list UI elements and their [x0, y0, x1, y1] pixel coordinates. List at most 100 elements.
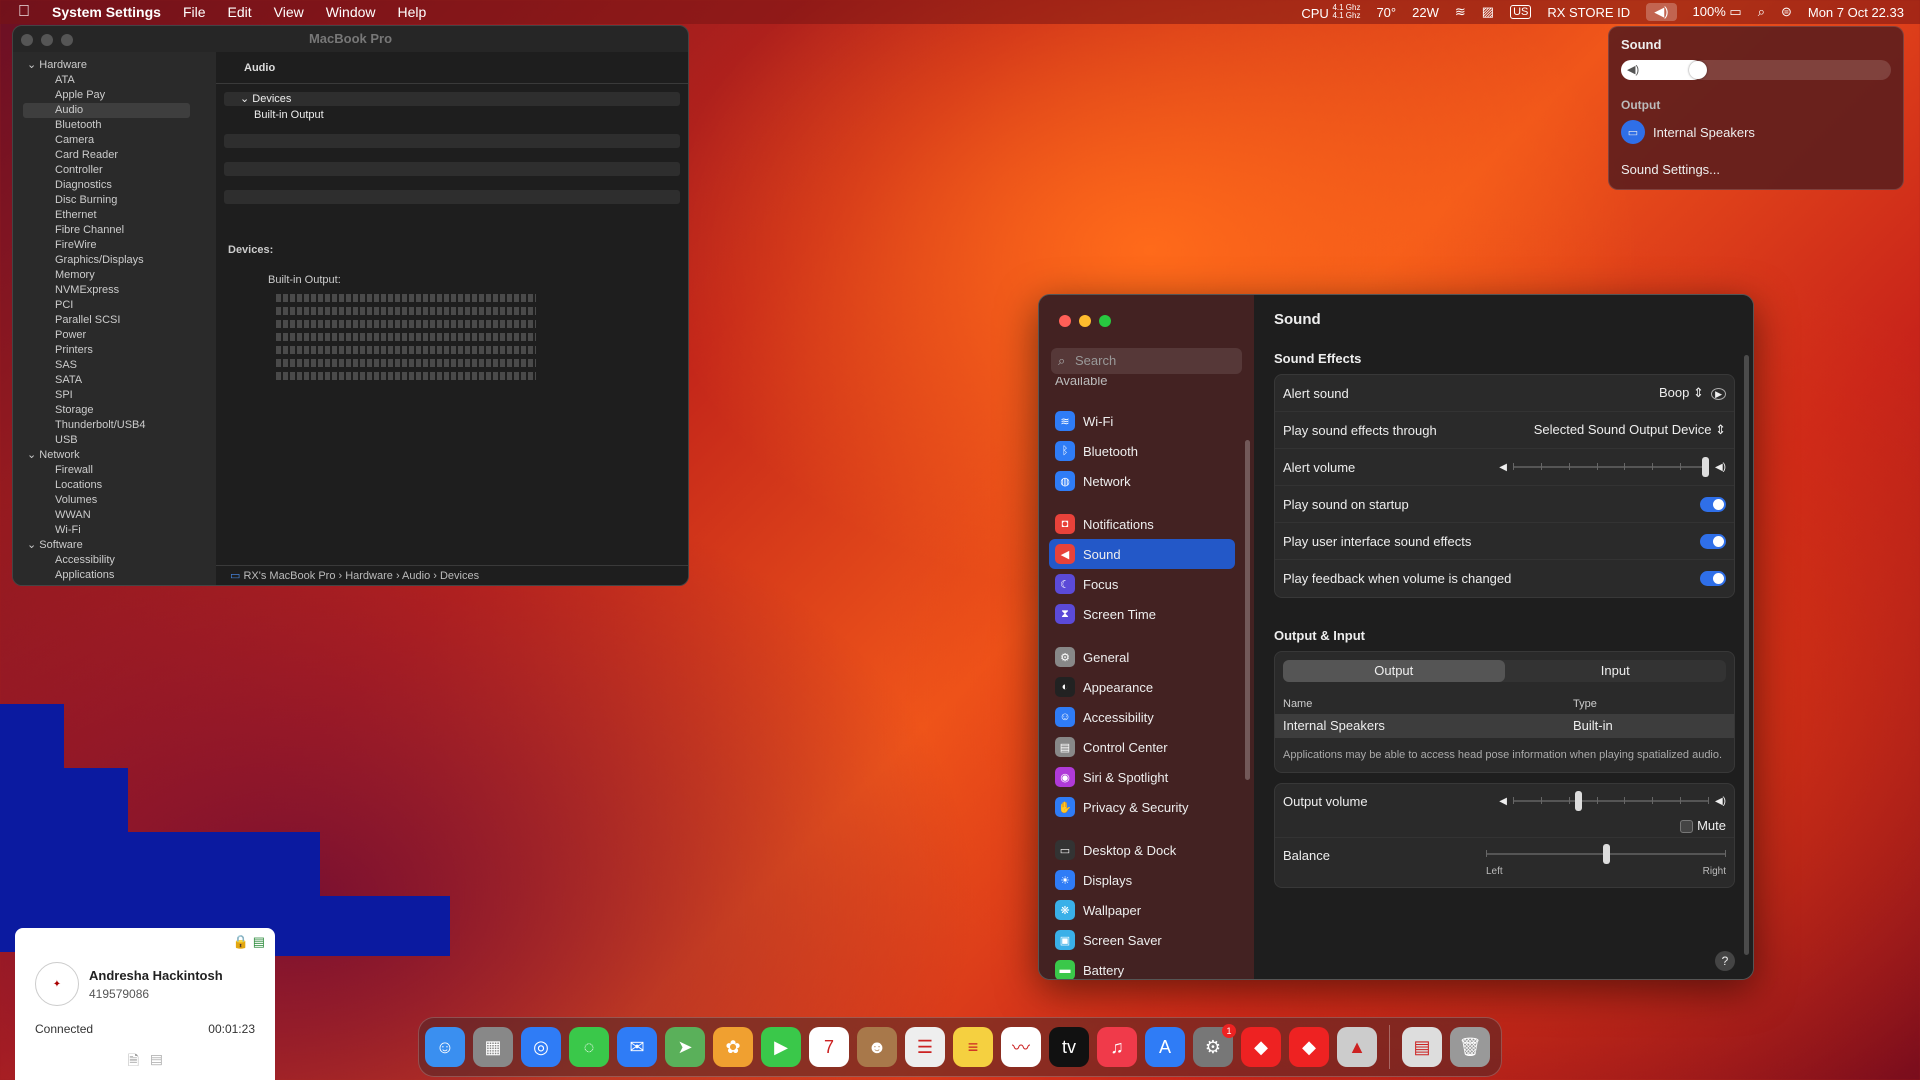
close-button[interactable]: [1059, 315, 1071, 327]
search-input[interactable]: ⌕ Search: [1051, 348, 1242, 374]
sound-settings-link[interactable]: Sound Settings...: [1621, 162, 1891, 177]
dock-calendar-icon[interactable]: 7: [809, 1027, 849, 1067]
dock-finder-icon[interactable]: ☺: [425, 1027, 465, 1067]
sidebar-item-bluetooth[interactable]: ᛒ Bluetooth: [1049, 436, 1235, 466]
sidebar-item[interactable]: Firewall: [13, 463, 216, 478]
clock[interactable]: Mon 7 Oct 22.33: [1808, 5, 1904, 20]
sidebar-item[interactable]: SAS: [13, 358, 216, 373]
startup-sound-toggle[interactable]: [1700, 496, 1726, 512]
tab-input[interactable]: Input: [1505, 660, 1727, 682]
volume-menu-icon[interactable]: ◀): [1646, 3, 1677, 21]
sidebar-item-desktop-dock[interactable]: ▭ Desktop & Dock: [1049, 835, 1235, 865]
sidebar-item[interactable]: Printers: [13, 343, 216, 358]
sidebar-item[interactable]: SATA: [13, 373, 216, 388]
play-icon[interactable]: ▶: [1711, 388, 1726, 400]
sidebar-item-notifications[interactable]: ◘ Notifications: [1049, 509, 1235, 539]
sidebar-item[interactable]: ATA: [13, 73, 216, 88]
output-volume-slider[interactable]: [1512, 791, 1709, 811]
balance-slider[interactable]: [1486, 844, 1726, 865]
cpu-status[interactable]: CPU 4.1 Ghz 4.1 Ghz: [1301, 3, 1360, 21]
sidebar-item[interactable]: SPI: [13, 388, 216, 403]
sidebar-item-control-center[interactable]: ▤ Control Center: [1049, 732, 1235, 762]
battery-status[interactable]: 100% ▭: [1693, 4, 1742, 20]
dock-reminders-icon[interactable]: ☰: [905, 1027, 945, 1067]
sidebar-item[interactable]: Diagnostics: [13, 178, 216, 193]
sidebar-item-screen-time[interactable]: ⧗ Screen Time: [1049, 599, 1235, 629]
activity-icon[interactable]: ▨: [1482, 4, 1494, 20]
volume-knob[interactable]: [1688, 61, 1707, 79]
dock-trash-icon[interactable]: 🗑: [1450, 1027, 1490, 1067]
sidebar-item-appearance[interactable]: ◐ Appearance: [1049, 672, 1235, 702]
sidebar-group-software[interactable]: ⌄ Software: [13, 538, 216, 553]
tree-group-devices[interactable]: ⌄ Devices: [224, 92, 680, 106]
sidebar-item[interactable]: WWAN: [13, 508, 216, 523]
dock-launchpad-icon[interactable]: ▦: [473, 1027, 513, 1067]
sidebar-item[interactable]: Camera: [13, 133, 216, 148]
slider-thumb[interactable]: [1602, 844, 1610, 865]
sidebar-item[interactable]: Audio: [23, 103, 190, 118]
sidebar-item[interactable]: Ethernet: [13, 208, 216, 223]
dock-apple-tv-icon[interactable]: tv: [1049, 1027, 1089, 1067]
sidebar-item-privacy-security[interactable]: ✋ Privacy & Security: [1049, 792, 1235, 822]
tree-item-builtin-output[interactable]: Built-in Output: [224, 108, 680, 122]
sidebar-item[interactable]: Fibre Channel: [13, 223, 216, 238]
feedback-toggle[interactable]: [1700, 571, 1726, 586]
dock-maps-icon[interactable]: ➤: [665, 1027, 705, 1067]
sidebar-item[interactable]: NVMExpress: [13, 283, 216, 298]
zoom-button[interactable]: [1099, 315, 1111, 327]
sidebar-item[interactable]: Locations: [13, 478, 216, 493]
sidebar-item-displays[interactable]: ☀ Displays: [1049, 865, 1235, 895]
sidebar-item-accessibility[interactable]: ☺ Accessibility: [1049, 702, 1235, 732]
dock-app-misc-icon[interactable]: ▲: [1337, 1027, 1377, 1067]
sidebar-item[interactable]: Thunderbolt/USB4: [13, 418, 216, 433]
alert-volume-slider[interactable]: [1512, 457, 1709, 477]
sidebar-item[interactable]: Controller: [13, 163, 216, 178]
menu-file[interactable]: File: [183, 4, 206, 20]
sidebar-item[interactable]: Applications: [13, 568, 216, 583]
dock-photos-icon[interactable]: ✿: [713, 1027, 753, 1067]
file-transfer-icon[interactable]: 🗎: [128, 1052, 139, 1068]
sidebar-item[interactable]: FireWire: [13, 238, 216, 253]
sidebar-group-hardware[interactable]: ⌄ Hardware: [13, 58, 216, 73]
sidebar-item-focus[interactable]: ☾ Focus: [1049, 569, 1235, 599]
minimize-button[interactable]: [41, 34, 53, 46]
play-through-popup[interactable]: Selected Sound Output Device ⇕: [1534, 422, 1726, 438]
dock-facetime-icon[interactable]: ▶: [761, 1027, 801, 1067]
dock-anydesk-2-icon[interactable]: ◆: [1289, 1027, 1329, 1067]
menu-help[interactable]: Help: [398, 4, 427, 20]
mute-checkbox[interactable]: [1680, 820, 1694, 834]
sidebar-item[interactable]: Volumes: [13, 493, 216, 508]
sidebar-item[interactable]: Apple Pay: [13, 88, 216, 103]
close-button[interactable]: [21, 34, 33, 46]
minimize-button[interactable]: [1079, 315, 1091, 327]
dock-mail-icon[interactable]: ✉: [617, 1027, 657, 1067]
power-status[interactable]: 22W: [1412, 5, 1439, 20]
dock-safari-icon[interactable]: ◎: [521, 1027, 561, 1067]
sidebar-item[interactable]: Graphics/Displays: [13, 253, 216, 268]
dock-system-settings-icon[interactable]: ⚙ 1: [1193, 1024, 1236, 1067]
slider-thumb[interactable]: [1575, 791, 1583, 811]
dock-notes-icon[interactable]: ≡: [953, 1027, 993, 1067]
menu-edit[interactable]: Edit: [228, 4, 252, 20]
sidebar-item[interactable]: Storage: [13, 403, 216, 418]
sidebar-item-screen-saver[interactable]: ▣ Screen Saver: [1049, 925, 1235, 955]
dock-messages-icon[interactable]: ◌: [569, 1027, 609, 1067]
zoom-button[interactable]: [61, 34, 73, 46]
sidebar-scrollbar[interactable]: [1245, 440, 1250, 780]
sidebar-item[interactable]: Accessibility: [13, 553, 216, 568]
dock-contacts-icon[interactable]: ☻: [857, 1027, 897, 1067]
sidebar-item[interactable]: Card Reader: [13, 148, 216, 163]
dock-app-store-icon[interactable]: A: [1145, 1027, 1185, 1067]
table-row[interactable]: Internal Speakers Built-in: [1275, 714, 1734, 738]
sidebar-group-network[interactable]: ⌄ Network: [13, 448, 216, 463]
tab-output[interactable]: Output: [1283, 660, 1505, 682]
sidebar-item[interactable]: Power: [13, 328, 216, 343]
sidebar-item[interactable]: Developer: [13, 583, 216, 585]
alert-sound-popup[interactable]: Boop ⇕ ▶: [1659, 385, 1726, 401]
sidebar-item-wallpaper[interactable]: ❋ Wallpaper: [1049, 895, 1235, 925]
sidebar-item[interactable]: USB: [13, 433, 216, 448]
dock-anydesk-icon[interactable]: ◆: [1241, 1027, 1281, 1067]
dock-documents-icon[interactable]: ▤: [1402, 1027, 1442, 1067]
dock-music-icon[interactable]: ♫: [1097, 1027, 1137, 1067]
sidebar-item-sound[interactable]: ◀ Sound: [1049, 539, 1235, 569]
